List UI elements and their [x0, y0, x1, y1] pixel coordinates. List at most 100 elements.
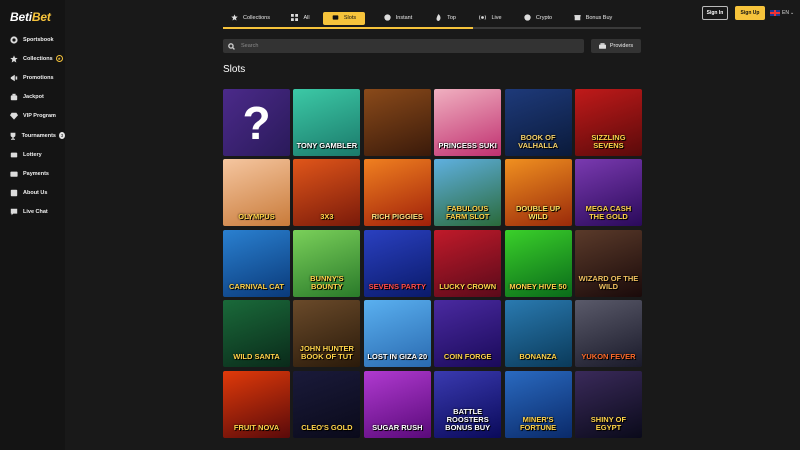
game-title: Wild Santa [233, 352, 280, 362]
star-icon [9, 54, 19, 64]
section-title: Slots [223, 64, 246, 75]
game-tile[interactable]: Coin Forge [434, 300, 502, 368]
tab-top[interactable]: Top [423, 12, 468, 25]
tab-all[interactable]: All [278, 12, 323, 25]
game-tile[interactable]: Bonanza [504, 300, 572, 368]
sidebar-item-collections[interactable]: Collections ★ [0, 49, 65, 68]
game-tile[interactable]: Book of Valhalla [504, 89, 572, 156]
sign-up-button[interactable]: Sign Up [735, 6, 765, 20]
game-tile[interactable] [363, 89, 431, 156]
game-tile[interactable]: 3x3 [293, 159, 361, 227]
game-title: Fruit Nova [233, 422, 280, 432]
game-tile[interactable]: Yukon Fever [574, 300, 642, 368]
sidebar-item-label: Sportsbook [23, 36, 54, 43]
sidebar-item-promotions[interactable]: Promotions [0, 68, 65, 87]
language-selector[interactable]: EN ⌄ [770, 10, 794, 16]
wallet-icon [9, 169, 19, 179]
tab-crypto[interactable]: Crypto [513, 12, 563, 25]
game-title: Sugar Rush [372, 422, 423, 432]
game-tile[interactable]: Sevens Party [363, 229, 431, 297]
game-title: 3x3 [320, 211, 334, 221]
sidebar-item-label: Payments [23, 170, 49, 177]
collections-star-badge: ★ [55, 55, 63, 63]
game-tile[interactable]: Lost in Giza 20 [363, 300, 431, 368]
slot-machine-icon [332, 14, 340, 22]
game-title: Princess Suki [438, 141, 497, 151]
sidebar-item-label: Jackpot [23, 94, 44, 101]
providers-icon [598, 43, 606, 49]
search-bar[interactable] [223, 39, 584, 53]
tab-label: Collections [243, 15, 270, 21]
language-code: EN [782, 10, 789, 16]
sidebar-item-lottery[interactable]: Lottery [0, 145, 65, 164]
chat-icon [9, 207, 19, 217]
game-tile[interactable]: Battle Roosters Bonus Buy [434, 370, 502, 438]
search-icon [228, 37, 235, 55]
sidebar-item-live-chat[interactable]: Live Chat [0, 203, 65, 222]
sign-in-button[interactable]: Sign In [702, 6, 728, 20]
tab-slots[interactable]: Slots [323, 11, 365, 25]
game-tile[interactable]: ? [223, 89, 290, 156]
tab-label: All [303, 15, 310, 21]
game-title: Shiny of Egypt [590, 414, 627, 432]
sidebar-item-jackpot[interactable]: Jackpot [0, 88, 65, 107]
game-title [394, 150, 400, 156]
game-tile[interactable]: Lucky Crown [434, 229, 502, 297]
tab-label: Live [491, 15, 502, 21]
game-title: Book of Valhalla [518, 133, 558, 151]
game-tile[interactable]: Shiny of Egypt [574, 370, 642, 438]
game-tile[interactable]: Princess Suki [434, 89, 502, 156]
jackpot-icon [9, 92, 19, 102]
providers-button[interactable]: Providers [591, 39, 641, 53]
sidebar-item-label: VIP Program [23, 113, 56, 120]
sidebar-item-vip-program[interactable]: VIP Program [0, 107, 65, 126]
sidebar-item-sportsbook[interactable]: Sportsbook [0, 30, 65, 49]
sidebar-item-label: Live Chat [23, 209, 48, 216]
game-tile[interactable]: Fruit Nova [223, 370, 290, 438]
game-tile[interactable]: Rich Piggies [363, 159, 431, 227]
info-icon [9, 188, 19, 198]
game-title: Bonanza [519, 352, 557, 362]
game-tile[interactable]: Cleo's Gold [293, 370, 361, 438]
game-tile[interactable]: Fabulous Farm Slot [434, 159, 502, 227]
tab-live[interactable]: Live [468, 12, 513, 25]
game-title: Yukon Fever [581, 352, 636, 362]
tab-collections[interactable]: Collections [223, 12, 278, 25]
logo[interactable]: BetiBet [10, 10, 51, 24]
providers-label: Providers [609, 43, 634, 49]
tab-bonus-buy[interactable]: Bonus Buy [563, 12, 623, 25]
tabs-underline-active [223, 27, 473, 29]
game-title: John Hunter Book of Tut [299, 344, 354, 362]
tab-instant[interactable]: Instant [373, 12, 423, 25]
game-tile[interactable]: Carnival Cat [223, 229, 290, 297]
tab-label: Slots [343, 15, 357, 21]
tab-label: Top [447, 15, 456, 21]
game-tile[interactable]: Money Hive 50 [504, 229, 572, 297]
search-input[interactable] [241, 43, 541, 49]
trophy-icon [9, 131, 18, 141]
game-tile[interactable]: Olympus [223, 159, 290, 227]
game-tile[interactable]: Sizzling Sevens [574, 89, 642, 156]
game-tile[interactable]: Miner's Fortune [504, 370, 572, 438]
game-tile[interactable]: Mega Cash the Gold [574, 159, 642, 227]
uk-flag-icon [770, 10, 780, 16]
game-title: Rich Piggies [371, 211, 423, 221]
game-tile[interactable]: Wild Santa [223, 300, 290, 368]
game-tile[interactable]: Tony Gambler [293, 89, 361, 156]
game-tile[interactable]: Double Up Wild [504, 159, 572, 227]
game-title: Cleo's Gold [301, 422, 353, 432]
game-tile[interactable]: Wizard of the Wild [574, 229, 642, 297]
game-tile[interactable]: Bunny's Bounty [293, 229, 361, 297]
sidebar-item-label: Promotions [23, 74, 54, 81]
star-icon [231, 14, 239, 22]
tab-label: Instant [395, 15, 413, 21]
game-title: Coin Forge [443, 352, 492, 362]
sidebar-item-payments[interactable]: Payments [0, 164, 65, 183]
sidebar-item-tournaments[interactable]: Tournaments 3 [0, 126, 65, 145]
game-tile[interactable]: John Hunter Book of Tut [293, 300, 361, 368]
game-tile[interactable]: Sugar Rush [363, 370, 431, 438]
sidebar-item-about-us[interactable]: About Us [0, 184, 65, 203]
game-title: Tony Gambler [296, 141, 358, 151]
game-grid: ? Tony Gambler Princess Suki Book of Valhal… [223, 89, 643, 438]
instant-icon [384, 14, 392, 22]
